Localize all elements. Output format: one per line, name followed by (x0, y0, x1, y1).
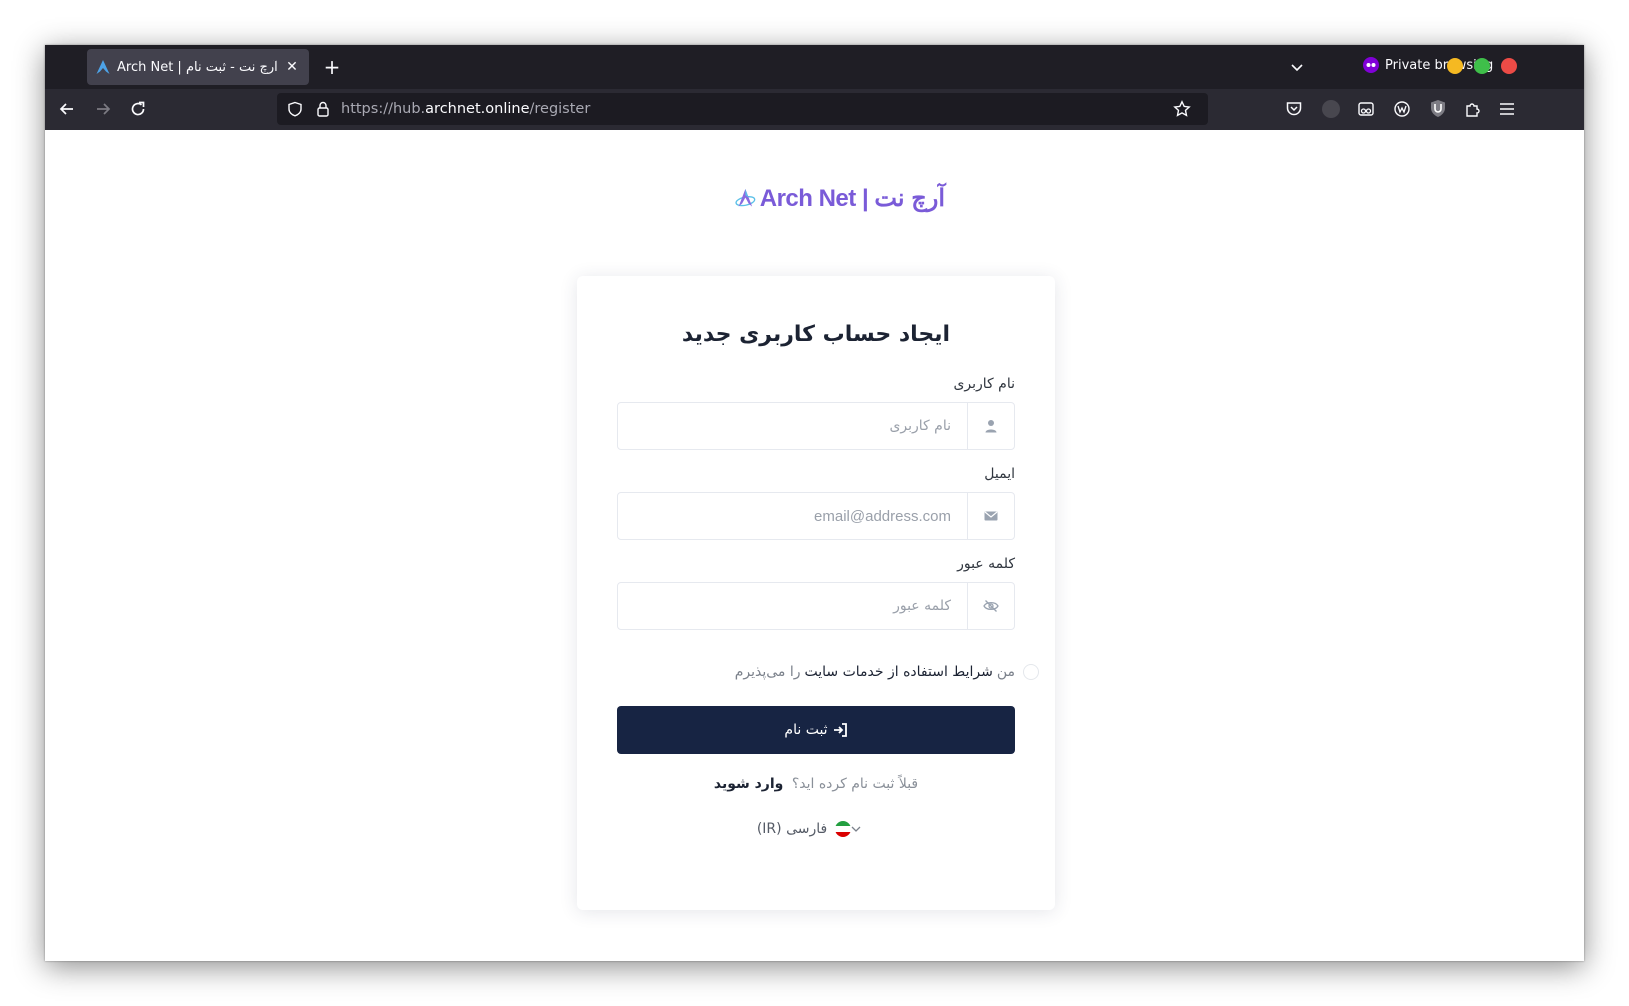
register-button-label: ثبت نام (784, 722, 828, 738)
iran-flag-icon (835, 821, 852, 837)
chevron-down-icon (851, 825, 861, 833)
new-tab-button[interactable]: + (320, 55, 344, 79)
w-extension-icon[interactable] (1390, 97, 1414, 121)
close-window-button[interactable] (1501, 58, 1517, 74)
extension-circle-icon[interactable] (1319, 97, 1343, 121)
envelope-icon (967, 493, 1014, 539)
extensions-puzzle-icon[interactable] (1461, 97, 1485, 121)
url-bar[interactable]: https://hub.archnet.online/register (277, 93, 1208, 125)
page-title: ایجاد حساب کاربری جدید (681, 322, 951, 347)
terms-link[interactable]: شرایط استفاده از خدمات سایت (805, 664, 993, 680)
url-text[interactable]: https://hub.archnet.online/register (341, 101, 1172, 117)
password-label: کلمه عبور (957, 556, 1015, 572)
browser-window: Arch Net | آرچ نت - ثبت نام ✕ + Private … (45, 45, 1584, 961)
already-text: قبلاً ثبت نام کرده اید؟ (791, 776, 919, 792)
login-link[interactable]: وارد شوید (714, 776, 784, 792)
already-registered-row: قبلاً ثبت نام کرده اید؟ وارد شوید (577, 776, 1055, 792)
maximize-button[interactable] (1474, 58, 1490, 74)
eye-slash-icon[interactable] (967, 583, 1014, 629)
username-field-group (617, 402, 1015, 450)
language-selector[interactable]: فارسی (IR) (577, 821, 1055, 837)
nav-bar: https://hub.archnet.online/register (45, 89, 1584, 130)
ublock-shield-icon[interactable] (1426, 97, 1450, 121)
shield-icon[interactable] (285, 99, 305, 119)
terms-prefix: من (996, 664, 1015, 680)
terms-row: من شرایط استفاده از خدمات سایت را می‌پذی… (735, 664, 1039, 680)
page-content: Arch Net | آرچ نت ایجاد حساب کاربری جدید… (45, 130, 1584, 961)
minimize-button[interactable] (1447, 58, 1463, 74)
lock-icon[interactable] (313, 99, 333, 119)
chevron-down-icon[interactable] (1285, 55, 1309, 79)
reader-icon[interactable] (1354, 97, 1378, 121)
bookmark-star-icon[interactable] (1172, 99, 1192, 119)
tab-title: Arch Net | آرچ نت - ثبت نام (117, 59, 278, 75)
private-mask-icon (1363, 57, 1379, 73)
email-label: ایمیل (984, 466, 1015, 482)
reload-icon[interactable] (126, 97, 150, 121)
url-domain: archnet.online (425, 101, 530, 117)
terms-checkbox[interactable] (1023, 664, 1039, 680)
email-input[interactable] (618, 493, 967, 539)
arch-logo-icon (735, 188, 756, 207)
pocket-icon[interactable] (1282, 97, 1306, 121)
username-label: نام کاربری (953, 376, 1015, 392)
register-button[interactable]: ثبت نام (617, 706, 1015, 754)
password-field-group (617, 582, 1015, 630)
email-field-group (617, 492, 1015, 540)
sign-in-icon (832, 722, 848, 738)
forward-arrow-icon[interactable] (91, 97, 115, 121)
back-arrow-icon[interactable] (55, 97, 79, 121)
url-path: /register (529, 101, 591, 117)
hamburger-menu-icon[interactable] (1495, 97, 1519, 121)
logo-text: Arch Net | آرچ نت (759, 184, 946, 212)
register-card: ایجاد حساب کاربری جدید نام کاربری ایمیل … (577, 276, 1055, 910)
tab-strip: Arch Net | آرچ نت - ثبت نام ✕ + Private … (45, 45, 1584, 89)
close-tab-icon[interactable]: ✕ (283, 58, 301, 76)
browser-tab[interactable]: Arch Net | آرچ نت - ثبت نام ✕ (87, 49, 309, 85)
terms-suffix: را می‌پذیرم (734, 664, 801, 680)
password-input[interactable] (618, 583, 967, 629)
site-logo[interactable]: Arch Net | آرچ نت (735, 172, 946, 224)
user-icon (967, 403, 1014, 449)
language-label: فارسی (IR) (756, 821, 828, 837)
arch-favicon-icon (95, 59, 111, 75)
username-input[interactable] (618, 403, 967, 449)
url-prefix: https://hub. (341, 101, 426, 117)
